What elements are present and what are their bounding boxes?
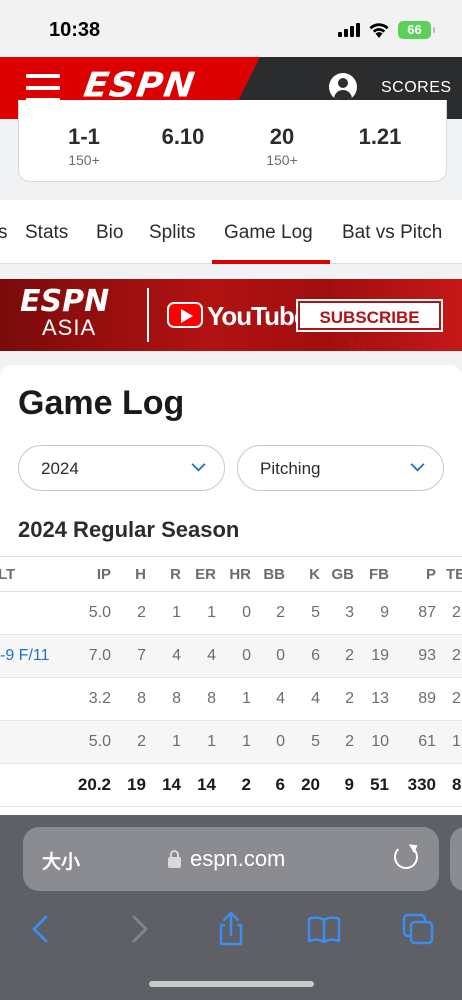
scores-link[interactable]: SCORES [381, 79, 452, 97]
column-header: GB [331, 565, 355, 583]
game-result-link[interactable]: -9 F/11 [0, 635, 70, 677]
tabs-icon[interactable] [400, 911, 436, 947]
table-header: LT IP H R ER HR BB K GB FB P TB [0, 556, 462, 592]
forward-icon[interactable] [120, 911, 156, 947]
user-icon[interactable] [329, 73, 357, 101]
banner-divider [147, 288, 149, 342]
stat-item: 6.10 [161, 124, 205, 149]
chevron-down-icon [191, 457, 206, 472]
column-header: H [135, 565, 146, 583]
game-log-card: Game Log 2024 Pitching 2024 Regular Seas… [0, 365, 462, 815]
totals-row: 20.2 19 14 14 2 6 20 9 51 330 8 [0, 764, 462, 807]
chevron-down-icon [410, 457, 425, 472]
stat-item: 1.21 [358, 124, 402, 149]
page-title: Game Log [18, 384, 185, 422]
table-row: 3.2 8 8 8 1 4 4 2 13 89 2 [0, 678, 462, 721]
status-bar: 10:38 66 [0, 0, 462, 57]
tab-stats[interactable]: Stats [25, 222, 68, 244]
tab-game-log[interactable]: Game Log [224, 222, 313, 244]
bookmarks-icon[interactable] [306, 911, 342, 947]
espn-asia-logo: ESPN ASIA [20, 284, 110, 340]
reload-icon[interactable] [394, 845, 418, 869]
clock: 10:38 [49, 19, 101, 41]
column-header: IP [96, 565, 111, 583]
stat-type-select[interactable]: Pitching [237, 445, 444, 491]
youtube-wordmark: YouTube [207, 301, 308, 331]
address-bar[interactable]: 大小 espn.com [23, 827, 439, 891]
table-row: 5.0 2 1 1 1 0 5 2 10 61 1 [0, 721, 462, 764]
url-text[interactable]: espn.com [190, 846, 285, 872]
column-header: TB [446, 565, 462, 583]
column-header: HR [229, 565, 251, 583]
tab-bio[interactable]: Bio [96, 222, 123, 244]
active-tab-indicator [212, 260, 330, 264]
stat-item: 1-1 150+ [68, 124, 100, 168]
share-icon[interactable] [213, 911, 249, 947]
year-select-value: 2024 [41, 459, 79, 478]
column-header: K [309, 565, 320, 583]
stat-type-select-value: Pitching [260, 459, 321, 478]
back-icon[interactable] [24, 911, 60, 947]
year-select[interactable]: 2024 [18, 445, 225, 491]
column-header: LT [0, 565, 16, 583]
text-size-button[interactable]: 大小 [42, 847, 80, 874]
column-header: FB [369, 565, 389, 583]
battery-icon: 66 [398, 21, 435, 39]
tab-bat-vs-pitch[interactable]: Bat vs Pitch [342, 222, 442, 244]
next-tab-preview[interactable] [450, 827, 462, 891]
cellular-signal-icon [338, 23, 362, 37]
home-indicator [149, 981, 314, 987]
column-header: R [170, 565, 181, 583]
table-row: -9 F/11 7.0 7 4 4 0 0 6 2 19 93 2 [0, 635, 462, 678]
player-tabs: s Stats Bio Splits Game Log Bat vs Pitch [0, 200, 462, 264]
tab-partial[interactable]: s [0, 222, 8, 244]
season-title: 2024 Regular Season [18, 517, 240, 542]
stat-summary-card: 1-1 150+ 6.10 20 150+ 1.21 [18, 100, 447, 182]
stat-item: 20 150+ [266, 124, 298, 168]
youtube-play-icon [167, 302, 203, 328]
column-header: ER [195, 565, 216, 583]
wifi-icon [369, 23, 389, 38]
game-log-table: LT IP H R ER HR BB K GB FB P TB 5.0 2 1 … [0, 556, 462, 807]
tab-splits[interactable]: Splits [149, 222, 195, 244]
espn-asia-youtube-banner[interactable]: ESPN ASIA YouTube SUBSCRIBE NOW [0, 279, 462, 351]
menu-icon[interactable] [26, 74, 60, 102]
browser-toolbar: 大小 espn.com [0, 815, 462, 1000]
subscribe-button[interactable]: SUBSCRIBE NOW [296, 299, 443, 351]
column-header: BB [263, 565, 285, 583]
column-header: P [425, 565, 436, 583]
lock-icon [168, 850, 181, 868]
table-row: 5.0 2 1 1 0 2 5 3 9 87 2 [0, 592, 462, 635]
